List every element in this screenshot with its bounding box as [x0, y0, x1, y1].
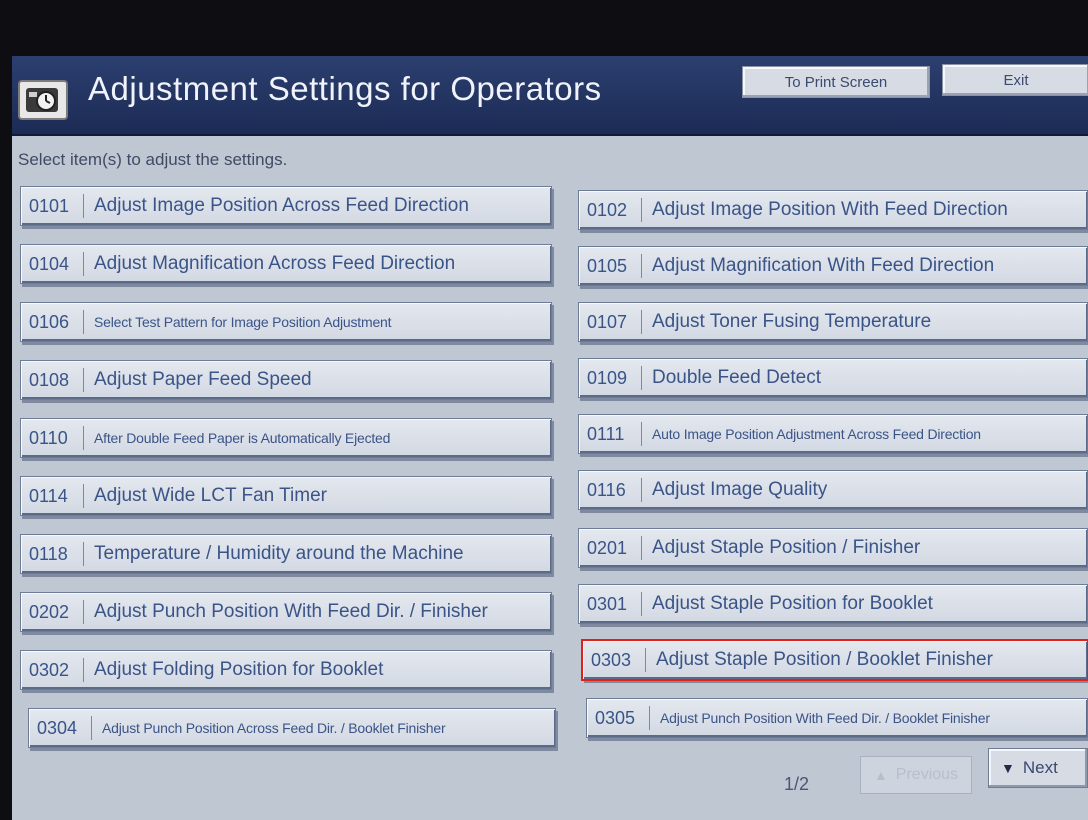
setting-item-0301[interactable]: 0301 Adjust Staple Position for Booklet — [578, 584, 1088, 624]
page-indicator: 1/2 — [784, 774, 810, 794]
setting-item-0305[interactable]: 0305 Adjust Punch Position With Feed Dir… — [586, 698, 1088, 738]
item-label: Adjust Staple Position / Booklet Finishe… — [656, 649, 993, 670]
item-code: 0101 — [21, 194, 84, 218]
setting-item-0107[interactable]: 0107 Adjust Toner Fusing Temperature — [578, 302, 1088, 342]
item-code: 0110 — [21, 426, 84, 450]
item-code: 0109 — [579, 366, 642, 390]
next-label: Next — [1022, 758, 1058, 777]
setting-item-0304[interactable]: 0304 Adjust Punch Position Across Feed D… — [28, 708, 556, 748]
setting-item-0106[interactable]: 0106 Select Test Pattern for Image Posit… — [20, 302, 552, 342]
item-code: 0107 — [579, 310, 642, 334]
item-code: 0305 — [587, 706, 650, 730]
setting-item-0104[interactable]: 0104 Adjust Magnification Across Feed Di… — [20, 244, 552, 284]
item-code: 0106 — [21, 310, 84, 334]
item-code: 0303 — [583, 648, 646, 672]
instruction-text: Select item(s) to adjust the settings. — [18, 150, 288, 169]
item-label: Double Feed Detect — [652, 367, 821, 388]
item-code: 0302 — [21, 658, 84, 682]
item-label: Adjust Image Quality — [652, 479, 828, 500]
item-label: Adjust Wide LCT Fan Timer — [94, 485, 328, 506]
setting-item-0101[interactable]: 0101 Adjust Image Position Across Feed D… — [20, 186, 552, 226]
item-code: 0118 — [21, 542, 84, 566]
setting-item-0114[interactable]: 0114 Adjust Wide LCT Fan Timer — [20, 476, 552, 516]
item-label: Adjust Magnification Across Feed Directi… — [94, 253, 456, 274]
item-label: Adjust Toner Fusing Temperature — [652, 311, 932, 332]
item-label: Select Test Pattern for Image Position A… — [94, 314, 392, 330]
setting-item-0109[interactable]: 0109 Double Feed Detect — [578, 358, 1088, 398]
item-code: 0301 — [579, 592, 642, 616]
item-label: Adjust Folding Position for Booklet — [94, 659, 384, 680]
setting-item-0202[interactable]: 0202 Adjust Punch Position With Feed Dir… — [20, 592, 552, 632]
item-code: 0108 — [21, 368, 84, 392]
item-label: Adjust Image Position With Feed Directio… — [652, 199, 1008, 220]
setting-item-0118[interactable]: 0118 Temperature / Humidity around the M… — [20, 534, 552, 574]
setting-item-0302[interactable]: 0302 Adjust Folding Position for Booklet — [20, 650, 552, 690]
item-label: Adjust Magnification With Feed Direction — [652, 255, 995, 276]
setting-item-0116[interactable]: 0116 Adjust Image Quality — [578, 470, 1088, 510]
item-code: 0111 — [579, 422, 642, 446]
setting-item-0303[interactable]: 0303 Adjust Staple Position / Booklet Fi… — [581, 639, 1088, 681]
item-label: Adjust Staple Position / Finisher — [652, 537, 921, 558]
item-code: 0104 — [21, 252, 84, 276]
setting-item-0102[interactable]: 0102 Adjust Image Position With Feed Dir… — [578, 190, 1088, 230]
item-label: Temperature / Humidity around the Machin… — [94, 543, 464, 564]
setting-item-0111[interactable]: 0111 Auto Image Position Adjustment Acro… — [578, 414, 1088, 454]
item-label: Auto Image Position Adjustment Across Fe… — [652, 426, 981, 442]
item-label: Adjust Punch Position With Feed Dir. / B… — [660, 710, 990, 726]
down-arrow-icon: ▼ — [1001, 760, 1015, 776]
setting-item-0201[interactable]: 0201 Adjust Staple Position / Finisher — [578, 528, 1088, 568]
item-code: 0202 — [21, 600, 84, 624]
previous-label: Previous — [895, 766, 959, 783]
title-bar: Adjustment Settings for Operators To Pri… — [12, 56, 1088, 136]
item-label: Adjust Image Position Across Feed Direct… — [94, 195, 469, 216]
previous-button[interactable]: ▲ Previous — [860, 756, 972, 794]
page-title: Adjustment Settings for Operators — [88, 70, 602, 107]
item-label: Adjust Punch Position Across Feed Dir. /… — [102, 720, 446, 736]
item-code: 0201 — [579, 536, 642, 560]
item-code: 0116 — [579, 478, 642, 502]
operator-panel-screen: Adjustment Settings for Operators To Pri… — [12, 56, 1088, 820]
item-label: Adjust Staple Position for Booklet — [652, 593, 933, 614]
item-code: 0114 — [21, 484, 84, 508]
item-code: 0304 — [29, 716, 92, 740]
next-button[interactable]: ▼ Next — [988, 748, 1088, 788]
to-print-screen-button[interactable]: To Print Screen — [742, 66, 930, 98]
item-label: Adjust Paper Feed Speed — [94, 369, 312, 390]
setting-item-0110[interactable]: 0110 After Double Feed Paper is Automati… — [20, 418, 552, 458]
exit-button[interactable]: Exit — [942, 64, 1088, 96]
item-code: 0105 — [579, 254, 642, 278]
item-label: Adjust Punch Position With Feed Dir. / F… — [94, 601, 488, 622]
item-code: 0102 — [579, 198, 642, 222]
timer-icon — [18, 80, 68, 120]
item-label: After Double Feed Paper is Automatically… — [94, 430, 391, 446]
setting-item-0108[interactable]: 0108 Adjust Paper Feed Speed — [20, 360, 552, 400]
setting-item-0105[interactable]: 0105 Adjust Magnification With Feed Dire… — [578, 246, 1088, 286]
up-arrow-icon: ▲ — [873, 767, 888, 783]
